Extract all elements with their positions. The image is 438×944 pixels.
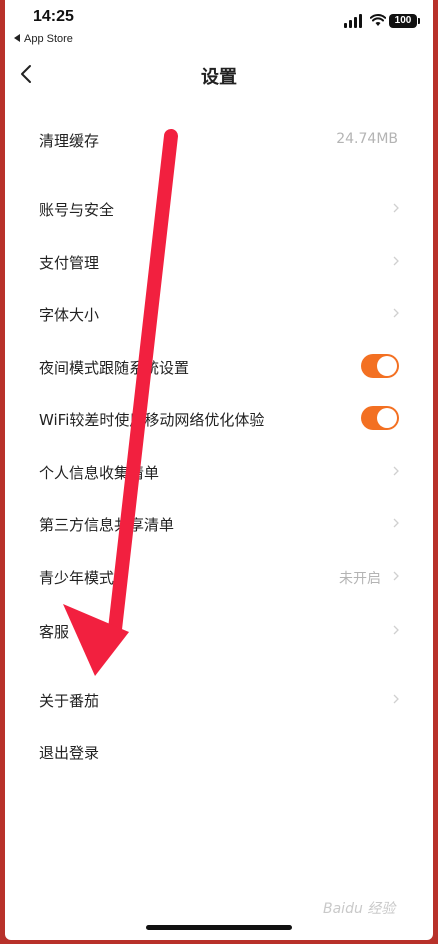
personal-info-row[interactable]: 个人信息收集清单 [5,447,433,499]
back-triangle-icon [14,34,20,43]
night-mode-label: 夜间模式跟随系统设置 [39,359,190,377]
account-security-label: 账号与安全 [39,201,115,219]
third-party-row[interactable]: 第三方信息共享清单 [5,499,433,551]
night-mode-row: 夜间模式跟随系统设置 [5,342,433,394]
teen-mode-status: 未开启 [339,571,381,587]
settings-screen: 14:25 App Store 100 设置 清理缓存 24.74MB 账号与安… [5,0,433,940]
home-indicator [146,925,292,930]
status-bar: 14:25 App Store 100 [5,0,433,52]
third-party-label: 第三方信息共享清单 [39,516,175,534]
night-mode-toggle[interactable] [361,354,399,378]
back-app-label: App Store [24,33,73,45]
watermark: Baidu 经验 [323,901,396,917]
payment-label: 支付管理 [39,254,100,272]
cellular-signal-icon [344,14,364,28]
page-title: 设置 [201,67,237,88]
nav-bar: 设置 [5,54,433,96]
wifi-optimize-toggle[interactable] [361,406,399,430]
logout-row[interactable]: 退出登录 [5,727,433,779]
back-to-app-store-link[interactable]: App Store [14,33,73,45]
customer-service-label: 客服 [39,623,70,641]
font-size-label: 字体大小 [39,306,100,324]
chevron-right-icon [393,625,399,635]
teen-mode-label: 青少年模式 [39,569,115,587]
teen-mode-row[interactable]: 青少年模式 未开启 [5,552,433,604]
chevron-right-icon [393,571,399,581]
clear-cache-label: 清理缓存 [39,132,100,150]
status-time: 14:25 [33,8,74,25]
about-label: 关于番茄 [39,692,100,710]
wifi-optimize-label: WiFi较差时使用移动网络优化体验 [39,411,265,429]
customer-service-row[interactable]: 客服 [5,606,433,658]
chevron-right-icon [393,518,399,528]
chevron-right-icon [393,308,399,318]
personal-info-label: 个人信息收集清单 [39,464,160,482]
clear-cache-row[interactable]: 清理缓存 24.74MB [5,115,433,167]
cache-size-value: 24.74MB [336,131,398,147]
chevron-right-icon [393,203,399,213]
logout-label: 退出登录 [39,744,100,762]
wifi-optimize-row: WiFi较差时使用移动网络优化体验 [5,394,433,446]
wifi-icon [370,13,386,26]
chevron-right-icon [393,466,399,476]
about-row[interactable]: 关于番茄 [5,675,433,727]
font-size-row[interactable]: 字体大小 [5,289,433,341]
account-security-row[interactable]: 账号与安全 [5,184,433,236]
battery-icon: 100 [389,14,420,28]
toggle-knob [377,356,397,376]
chevron-right-icon [393,256,399,266]
payment-row[interactable]: 支付管理 [5,237,433,289]
chevron-right-icon [393,694,399,704]
toggle-knob [377,408,397,428]
